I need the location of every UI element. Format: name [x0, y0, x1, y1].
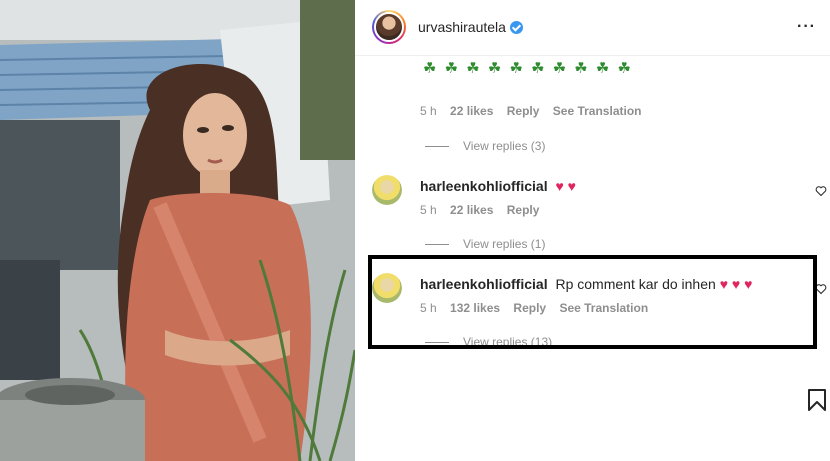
view-replies-label: View replies (3) [463, 139, 546, 153]
more-options-icon[interactable]: ··· [797, 18, 816, 36]
divider-line [425, 146, 449, 148]
comment-likes[interactable]: 22 likes [450, 203, 493, 217]
verified-badge-icon [510, 21, 523, 34]
heart-outline-icon[interactable] [815, 185, 827, 197]
caption-translate-button[interactable]: See Translation [553, 104, 642, 118]
caption-likes[interactable]: 22 likes [450, 104, 493, 118]
divider-line [425, 244, 449, 246]
view-replies-label: View replies (1) [463, 237, 546, 251]
post-header: urvashirautela ··· [355, 0, 830, 56]
comment-username[interactable]: harleenkohliofficial [420, 178, 548, 194]
comment-meta: 5 h 22 likes Reply [420, 203, 549, 217]
comment-view-replies[interactable]: View replies (1) [425, 237, 545, 251]
comment-text: harleenkohliofficial ♥ ♥ [420, 178, 576, 194]
comment-time: 5 h [420, 203, 437, 217]
caption-view-replies[interactable]: View replies (3) [425, 139, 545, 153]
author-avatar[interactable] [372, 10, 406, 44]
commenter-avatar[interactable] [372, 175, 402, 205]
highlight-box [368, 255, 817, 349]
caption-reply-button[interactable]: Reply [507, 104, 540, 118]
comments-panel: urvashirautela ··· ☘ ☘ ☘ ☘ ☘ ☘ ☘ ☘ ☘ ☘ 5… [355, 0, 830, 461]
caption-time: 5 h [420, 104, 437, 118]
caption-meta: 5 h 22 likes Reply See Translation [420, 104, 651, 118]
comment-reply-button[interactable]: Reply [507, 203, 540, 217]
bookmark-icon[interactable] [807, 389, 827, 411]
caption-emojis: ☘ ☘ ☘ ☘ ☘ ☘ ☘ ☘ ☘ ☘ [423, 60, 633, 77]
heart-emojis: ♥ ♥ [555, 178, 576, 194]
author-username[interactable]: urvashirautela [418, 19, 506, 35]
post-image [0, 0, 355, 461]
